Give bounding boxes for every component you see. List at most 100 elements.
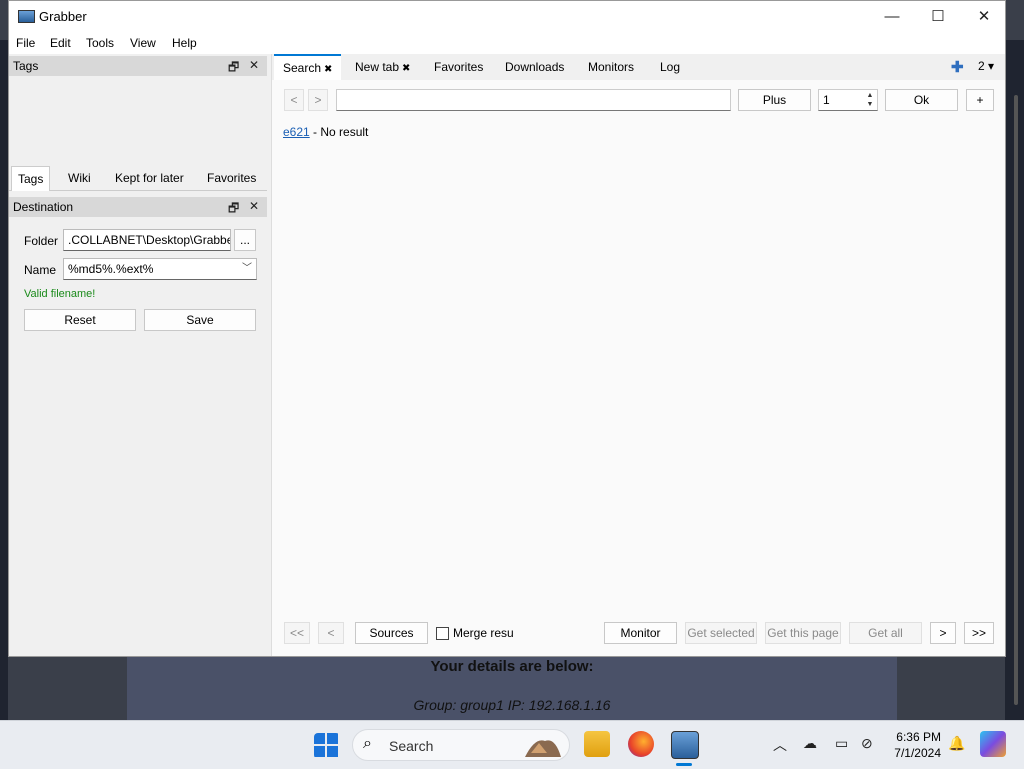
source-link[interactable]: e621 — [283, 125, 310, 139]
title-bar: Grabber — ☐ ✕ — [9, 1, 1005, 32]
menu-help[interactable]: Help — [172, 36, 197, 50]
background-web-page: Your details are below: Group: group1 IP… — [127, 650, 897, 720]
tags-dock-header: Tags 🗗 ✕ — [9, 56, 267, 76]
display-icon[interactable]: ▭ — [835, 735, 848, 752]
reset-button[interactable]: Reset — [24, 309, 136, 331]
tab-search[interactable]: Search ✖ — [274, 54, 342, 82]
add-search-button[interactable]: + — [966, 89, 994, 111]
menu-file[interactable]: File — [16, 36, 35, 50]
close-icon[interactable]: ✕ — [249, 199, 259, 213]
folder-label: Folder — [24, 234, 59, 248]
search-tab-content: < > Plus 1 ▲ ▼ Ok + e621 - No result << <… — [272, 80, 1005, 656]
save-button[interactable]: Save — [144, 309, 256, 331]
taskbar-clock[interactable]: 6:36 PM 7/1/2024 — [893, 729, 941, 761]
firefox-icon[interactable] — [628, 731, 654, 757]
get-this-page-button[interactable]: Get this page — [765, 622, 841, 644]
file-explorer-icon[interactable] — [584, 731, 610, 757]
destination-dock-title: Destination — [13, 200, 74, 214]
subtab-tags[interactable]: Tags — [11, 166, 51, 191]
monitor-button[interactable]: Monitor — [604, 622, 677, 644]
search-input[interactable] — [336, 89, 731, 111]
subtab-wiki[interactable]: Wiki — [62, 166, 97, 190]
search-icon: ⌕ — [363, 735, 372, 752]
grabber-taskbar-icon[interactable] — [671, 731, 699, 759]
tags-list — [9, 76, 267, 166]
browser-scrollbar[interactable] — [1014, 95, 1018, 705]
ok-button[interactable]: Ok — [885, 89, 958, 111]
page-spinbox[interactable]: 1 ▲ ▼ — [818, 89, 878, 111]
tab-downloads[interactable]: Downloads — [496, 54, 573, 80]
tab-favorites[interactable]: Favorites — [425, 54, 492, 80]
folder-input[interactable]: .COLLABNET\Desktop\Grabber — [63, 229, 231, 251]
tab-log[interactable]: Log — [651, 54, 689, 80]
menu-tools[interactable]: Tools — [86, 36, 114, 50]
background-details: Group: group1 IP: 192.168.1.16 — [413, 697, 611, 713]
notification-bell-icon[interactable]: 🔔 — [948, 735, 965, 752]
get-all-button[interactable]: Get all — [849, 622, 922, 644]
plus-button[interactable]: Plus — [738, 89, 811, 111]
name-combobox[interactable]: %md5%.%ext% ﹀ — [63, 258, 257, 280]
tab-search-label: Search — [283, 61, 322, 75]
name-label: Name — [24, 263, 57, 277]
close-button[interactable]: ✕ — [961, 1, 1007, 32]
history-back-button[interactable]: < — [284, 89, 304, 111]
maximize-button[interactable]: ☐ — [915, 1, 961, 32]
history-forward-button[interactable]: > — [308, 89, 328, 111]
tab-new-tab[interactable]: New tab ✖ — [346, 54, 419, 80]
tab-monitors[interactable]: Monitors — [579, 54, 643, 80]
taskbar-search-label: Search — [389, 738, 434, 754]
search-highlight-icon — [525, 740, 561, 757]
onedrive-icon[interactable]: ☁ — [803, 735, 817, 752]
result-line: e621 - No result — [283, 125, 368, 139]
float-icon[interactable]: 🗗 — [228, 199, 239, 220]
tags-dock-title: Tags — [13, 59, 39, 73]
desktop-left-strip — [0, 40, 8, 720]
subtab-kept-for-later[interactable]: Kept for later — [109, 166, 190, 190]
subtab-favorites[interactable]: Favorites — [201, 166, 262, 190]
destination-dock-header: Destination 🗗 ✕ — [9, 197, 267, 217]
get-selected-button[interactable]: Get selected — [685, 622, 757, 644]
spin-arrows-icon[interactable]: ▲ ▼ — [864, 91, 876, 109]
desktop-right-strip — [1005, 40, 1024, 720]
close-tab-icon[interactable]: ✖ — [324, 64, 332, 75]
main-tab-bar: Search ✖ New tab ✖ Favorites Downloads Mon… — [272, 54, 1005, 82]
result-message: - No result — [309, 125, 369, 139]
left-dock-area: Tags 🗗 ✕ Tags Wiki Kept for later Favori… — [9, 54, 271, 656]
sources-button[interactable]: Sources — [355, 622, 428, 644]
active-app-indicator — [676, 763, 692, 766]
tab-count-dropdown[interactable]: 2 ▾ — [978, 59, 994, 73]
previous-page-button[interactable]: < — [318, 622, 344, 644]
windows-start-icon[interactable] — [314, 733, 340, 759]
merge-results-checkbox[interactable] — [436, 627, 449, 640]
browse-folder-button[interactable]: ... — [234, 229, 256, 251]
close-tab-icon[interactable]: ✖ — [402, 63, 410, 74]
page-value: 1 — [823, 93, 830, 107]
first-page-button[interactable]: << — [284, 622, 310, 644]
background-heading: Your details are below: — [430, 658, 594, 675]
taskbar-search-box[interactable]: ⌕ Search — [352, 729, 570, 761]
app-icon — [18, 10, 35, 23]
clock-date: 7/1/2024 — [894, 746, 941, 760]
menu-edit[interactable]: Edit — [50, 36, 71, 50]
taskbar: ⌕ Search ︿ ☁ ▭ ⊘ 6:36 PM 7/1/2024 🔔 — [0, 720, 1024, 769]
tab-new-tab-label: New tab — [355, 60, 400, 74]
last-page-button[interactable]: >> — [964, 622, 994, 644]
close-icon[interactable]: ✕ — [249, 58, 259, 72]
filename-validation: Valid filename! — [24, 288, 96, 300]
network-icon[interactable]: ⊘ — [861, 735, 873, 752]
copilot-icon[interactable] — [980, 731, 1006, 757]
tags-dock-tabs: Tags Wiki Kept for later Favorites — [9, 166, 267, 191]
menu-view[interactable]: View — [130, 36, 156, 50]
chevron-down-icon[interactable]: ﹀ — [242, 259, 252, 279]
name-value: %md5%.%ext% — [68, 262, 154, 276]
next-page-button[interactable]: > — [930, 622, 956, 644]
clock-time: 6:36 PM — [896, 730, 941, 744]
grabber-window: Grabber — ☐ ✕ File Edit Tools View Help … — [8, 0, 1006, 657]
menu-bar: File Edit Tools View Help — [9, 32, 1005, 54]
add-tab-icon[interactable]: ✚ — [951, 58, 964, 76]
show-hidden-icons-icon[interactable]: ︿ — [773, 735, 787, 755]
window-title: Grabber — [39, 9, 87, 24]
main-area: Search ✖ New tab ✖ Favorites Downloads Mon… — [271, 54, 1005, 656]
minimize-button[interactable]: — — [869, 1, 915, 32]
merge-results-label: Merge resu — [453, 626, 514, 640]
